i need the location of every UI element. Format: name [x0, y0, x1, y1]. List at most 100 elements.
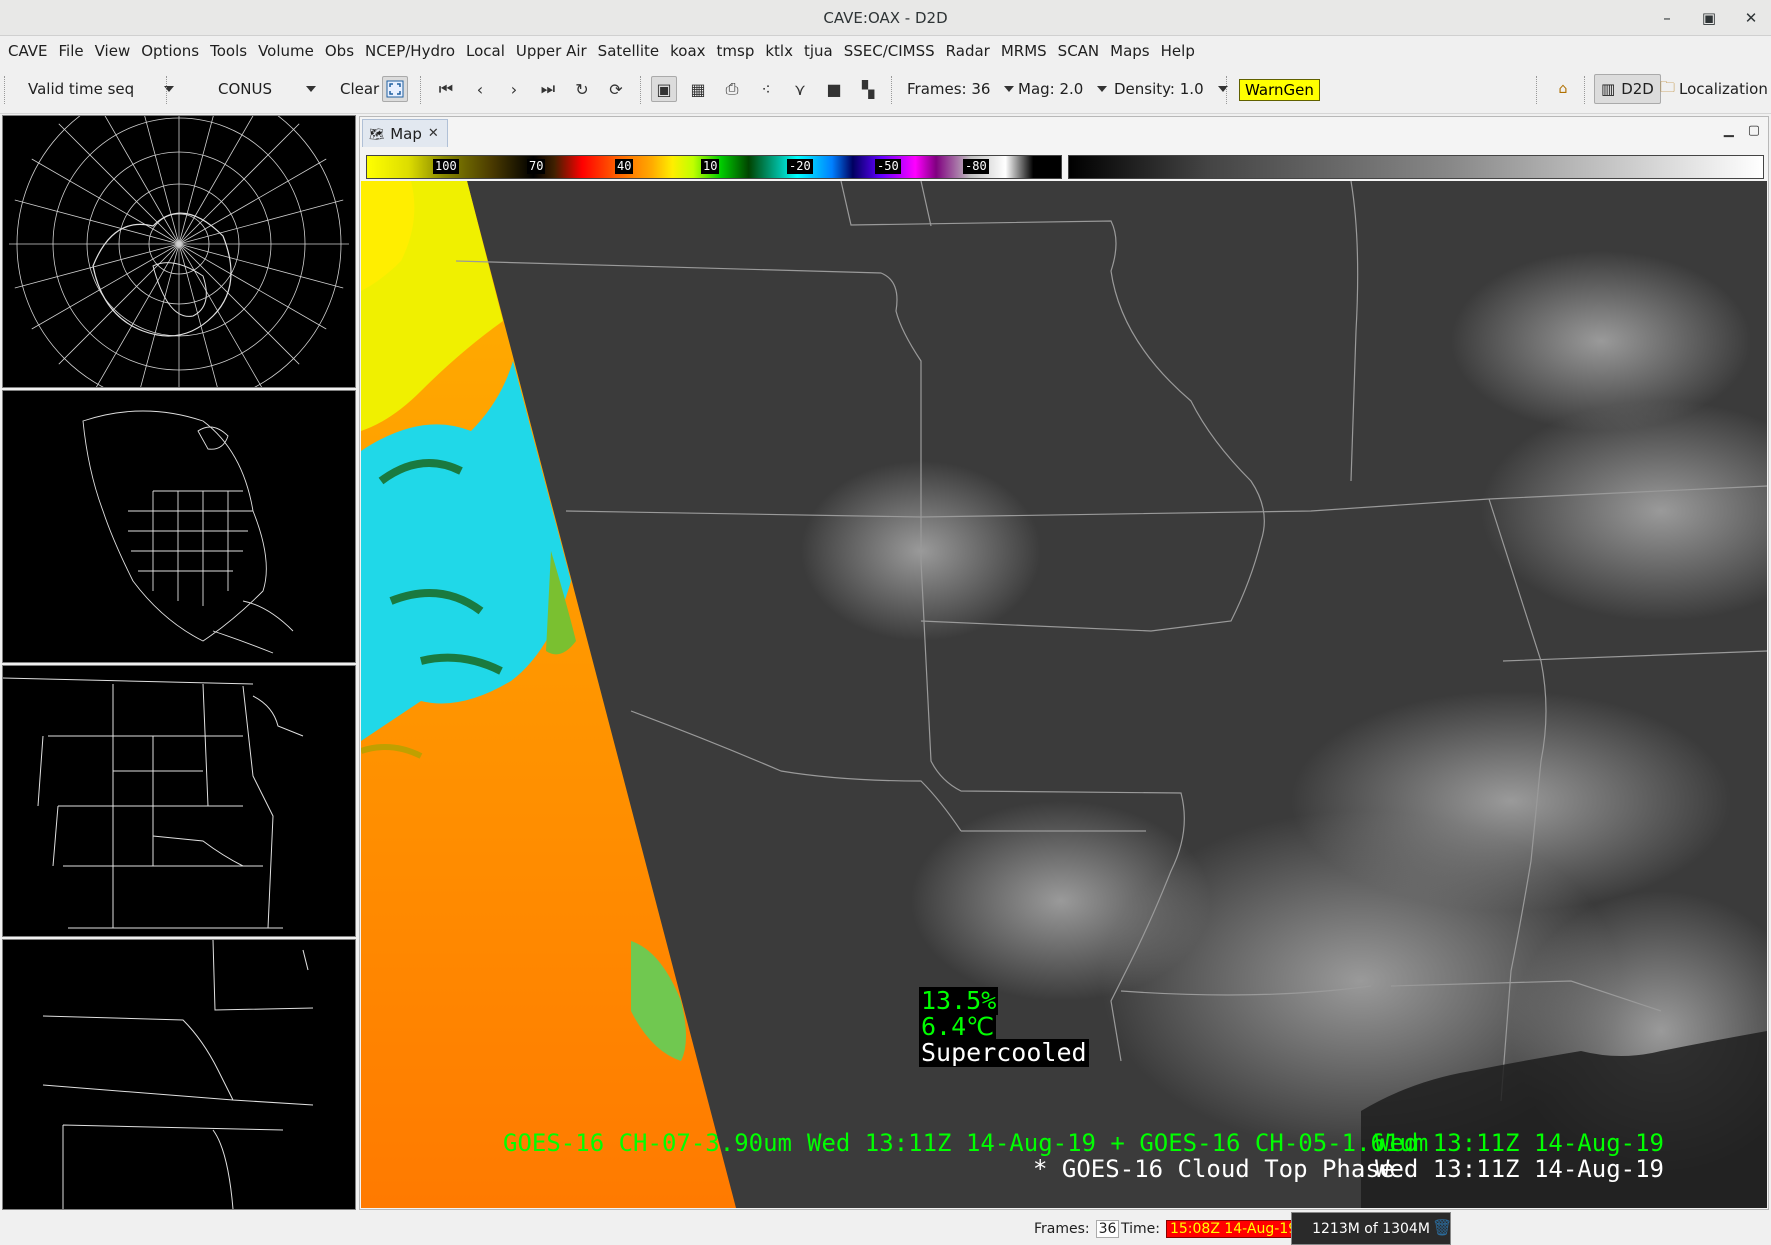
- loop-properties-button[interactable]: ⟳: [603, 76, 629, 102]
- scale-dropdown[interactable]: CONUS: [218, 74, 317, 104]
- menu-tools[interactable]: Tools: [210, 42, 255, 60]
- time-mode-dropdown[interactable]: Valid time seq: [28, 74, 175, 104]
- menu-options[interactable]: Options: [141, 42, 207, 60]
- mag-dropdown[interactable]: Mag: 2.0: [1018, 74, 1108, 104]
- first-frame-icon: ⏮: [438, 79, 454, 98]
- menu-tmsp[interactable]: tmsp: [717, 42, 763, 60]
- menu-ktlx[interactable]: ktlx: [765, 42, 801, 60]
- colorbar-grayscale: [1068, 155, 1764, 179]
- print-button[interactable]: ⎙: [719, 76, 745, 102]
- trash-icon[interactable]: 🗑: [1432, 1218, 1452, 1237]
- menu-radar[interactable]: Radar: [946, 42, 998, 60]
- longitude-line: [178, 199, 344, 245]
- toolbar-separator: [4, 76, 5, 104]
- menu-help[interactable]: Help: [1161, 42, 1203, 60]
- local-map: [42, 940, 314, 1209]
- single-panel-icon: ■: [826, 79, 842, 99]
- image-properties-button[interactable]: ▣: [651, 76, 677, 102]
- tab-map[interactable]: 🗺 Map ✕: [362, 119, 448, 147]
- menu-local[interactable]: Local: [466, 42, 513, 60]
- fullscreen-button[interactable]: [382, 76, 408, 102]
- menu-mrms[interactable]: MRMS: [1001, 42, 1055, 60]
- menu-maps[interactable]: Maps: [1110, 42, 1157, 60]
- menu-koax[interactable]: koax: [670, 42, 713, 60]
- toolbar-separator: [420, 76, 421, 104]
- open-perspective-icon: ⌂: [1558, 81, 1568, 97]
- menu-ssec-cimss[interactable]: SSEC/CIMSS: [844, 42, 943, 60]
- menu-file[interactable]: File: [59, 42, 92, 60]
- polar-map: [9, 116, 349, 387]
- menu-satellite[interactable]: Satellite: [598, 42, 667, 60]
- pane-regional[interactable]: [2, 665, 356, 937]
- toolbar-separator: [640, 76, 641, 104]
- menu-ncep-hydro[interactable]: NCEP/Hydro: [365, 42, 463, 60]
- legend-product-ch07: GOES-16 CH-07-3.90um: [503, 1129, 792, 1157]
- toolbar-separator: [1536, 76, 1537, 104]
- next-frame-icon: ›: [510, 79, 518, 99]
- mag-value: Mag: 2.0: [1018, 80, 1084, 98]
- colorbar-cloud-phase: 100 70 40 10 -20 -50 -80: [366, 155, 1062, 179]
- close-tab-icon[interactable]: ✕: [428, 126, 439, 141]
- menu-volume[interactable]: Volume: [258, 42, 322, 60]
- localization-perspective-button[interactable]: 🗀 Localization: [1660, 74, 1768, 104]
- map-tab-icon: 🗺: [369, 126, 385, 141]
- first-frame-button[interactable]: ⏮: [433, 76, 459, 102]
- minimize-button[interactable]: –: [1657, 9, 1677, 27]
- minimize-pane-icon[interactable]: ▁: [1724, 123, 1734, 138]
- baselines-button[interactable]: ⋎: [787, 76, 813, 102]
- menu-cave[interactable]: CAVE: [8, 42, 56, 60]
- open-perspective-button[interactable]: ⌂: [1550, 76, 1576, 102]
- longitude-line: [178, 243, 263, 387]
- toolbar-separator: [1584, 76, 1585, 104]
- clear-button[interactable]: Clear: [340, 74, 379, 104]
- warngen-button[interactable]: WarnGen: [1239, 79, 1320, 101]
- previous-frame-icon: ‹: [476, 79, 484, 99]
- loop-icon: ↻: [575, 79, 589, 99]
- expand-icon: [386, 80, 404, 98]
- d2d-icon: ▥: [1601, 80, 1616, 98]
- frames-status-value: 36: [1095, 1219, 1120, 1238]
- maximize-pane-icon[interactable]: ▢: [1748, 123, 1760, 138]
- map-properties-button[interactable]: ▦: [685, 76, 711, 102]
- frames-dropdown[interactable]: Frames: 36: [907, 74, 1015, 104]
- frames-value: Frames: 36: [907, 80, 991, 98]
- four-panel-button[interactable]: ▚: [855, 76, 881, 102]
- previous-frame-button[interactable]: ‹: [467, 76, 493, 102]
- single-panel-button[interactable]: ■: [821, 76, 847, 102]
- maximize-button[interactable]: ▣: [1699, 9, 1719, 27]
- close-button[interactable]: ✕: [1741, 9, 1761, 27]
- loop-button[interactable]: ↻: [569, 76, 595, 102]
- regional-map: [3, 677, 304, 929]
- menu-tjua[interactable]: tjua: [804, 42, 841, 60]
- menu-upper-air[interactable]: Upper Air: [516, 42, 595, 60]
- four-panel-icon: ▚: [861, 79, 875, 99]
- points-button[interactable]: ⁖: [753, 76, 779, 102]
- print-icon: ⎙: [725, 79, 739, 98]
- d2d-perspective-button[interactable]: ▥ D2D: [1594, 74, 1661, 104]
- longitude-line: [58, 243, 180, 365]
- map-display[interactable]: 13.5% 6.4℃ Supercooled GOES-16 CH-07-3.9…: [361, 181, 1767, 1208]
- time-status: Time: 15:08Z 14-Aug-19: [1121, 1212, 1302, 1245]
- pane-north-america[interactable]: [2, 390, 356, 663]
- menu-scan[interactable]: SCAN: [1058, 42, 1107, 60]
- pane-local[interactable]: [2, 939, 356, 1210]
- editor-controls: ▁ ▢: [1724, 123, 1760, 138]
- time-status-label: Time:: [1121, 1220, 1160, 1237]
- menu-view[interactable]: View: [95, 42, 139, 60]
- sample-temperature: 6.4℃: [919, 1012, 997, 1041]
- last-frame-button[interactable]: ⏭: [535, 76, 561, 102]
- baselines-icon: ⋎: [794, 79, 806, 99]
- sample-cloud-phase: Supercooled: [919, 1038, 1089, 1067]
- sample-reflectance: 13.5%: [919, 986, 999, 1015]
- colorbar-label: -20: [787, 159, 813, 174]
- density-dropdown[interactable]: Density: 1.0: [1114, 74, 1228, 104]
- status-bar: Frames: 36 Time: 15:08Z 14-Aug-19: [0, 1212, 1771, 1245]
- legend-time-cloud-top-phase: Wed 13:11Z 14-Aug-19: [1375, 1155, 1664, 1183]
- pane-northern-hemisphere[interactable]: [2, 115, 356, 388]
- colorbar-label: 70: [527, 159, 546, 174]
- next-frame-button[interactable]: ›: [501, 76, 527, 102]
- menu-obs[interactable]: Obs: [325, 42, 362, 60]
- toolbar-separator: [166, 76, 167, 104]
- localization-icon: 🗀: [1660, 77, 1676, 96]
- colorbar-label: -50: [875, 159, 901, 174]
